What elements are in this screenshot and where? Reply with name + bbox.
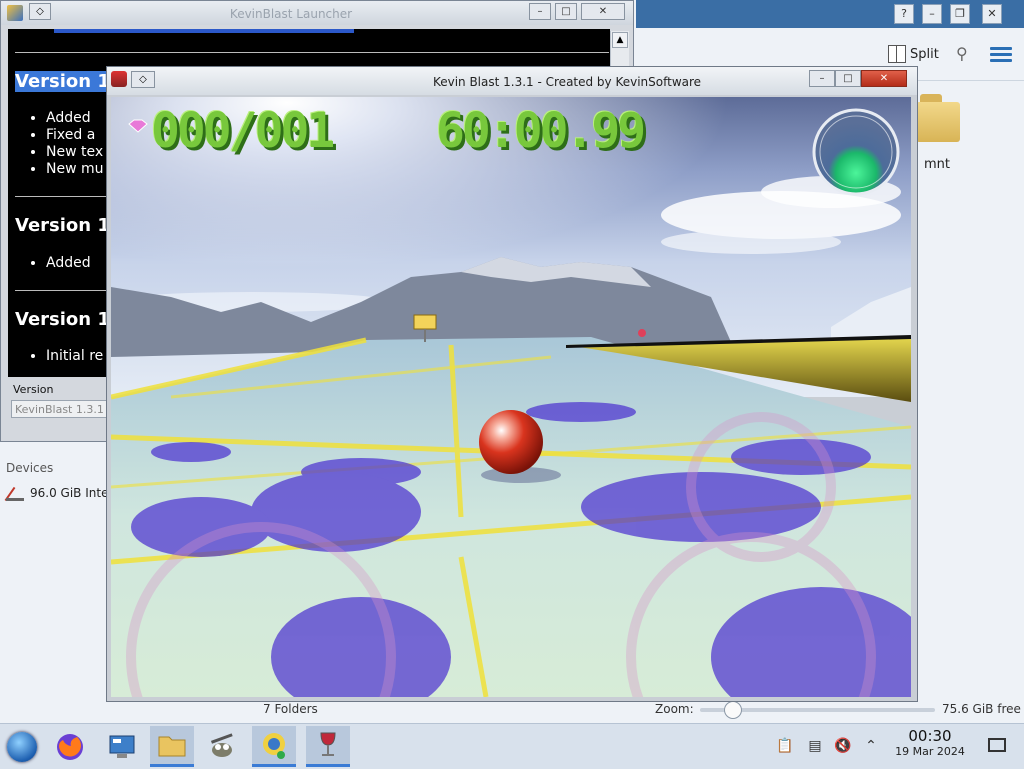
- game-viewport[interactable]: 000/001 60:00.99: [111, 97, 911, 697]
- taskbar-gimp[interactable]: [200, 726, 244, 767]
- taskbar-kevinblast[interactable]: [252, 726, 296, 767]
- launcher-minimize-button[interactable]: –: [529, 3, 551, 20]
- drive-icon: [6, 484, 24, 502]
- hamburger-menu-icon[interactable]: [990, 44, 1012, 64]
- distant-gem: [638, 329, 646, 337]
- list-item: Added: [46, 255, 91, 272]
- game-scene: [111, 97, 911, 697]
- launcher-close-button[interactable]: ✕: [581, 3, 625, 20]
- tray-expand-icon[interactable]: ⌃: [862, 738, 880, 756]
- gimp-icon: [210, 732, 233, 757]
- split-label: Split: [910, 46, 939, 62]
- volume-muted-icon[interactable]: 🔇: [834, 738, 852, 756]
- version-label: Version: [13, 383, 54, 396]
- game-maximize-button[interactable]: □: [835, 70, 861, 87]
- changelog-heading: Version 1: [15, 71, 110, 92]
- scroll-up-icon[interactable]: ▲: [612, 32, 628, 48]
- firefox-icon: [57, 733, 83, 760]
- clipboard-icon[interactable]: 📋: [776, 738, 794, 756]
- zoom-slider-handle[interactable]: [724, 701, 742, 719]
- clock-date: 19 Mar 2024: [895, 745, 965, 758]
- control-panel-icon: [109, 735, 135, 758]
- taskbar-wine[interactable]: [306, 726, 350, 767]
- split-icon: [888, 45, 906, 63]
- wine-glass-icon: [320, 732, 336, 756]
- game-titlebar[interactable]: ◇ Kevin Blast 1.3.1 - Created by KevinSo…: [107, 67, 917, 95]
- taskbar-firefox[interactable]: [48, 726, 92, 767]
- drive-item[interactable]: 96.0 GiB Inte: [6, 484, 108, 502]
- minimize-button[interactable]: –: [922, 4, 942, 24]
- list-item: Fixed a: [46, 127, 104, 144]
- gem-icon: [128, 119, 148, 133]
- file-manager-titlebar: ? – ❐ ✕: [636, 0, 1024, 28]
- goal-flag: [413, 314, 437, 330]
- taskbar-control-panel[interactable]: [100, 726, 144, 767]
- level-timer: 60:00.99: [436, 103, 646, 159]
- start-button[interactable]: [0, 726, 44, 767]
- drive-label: 96.0 GiB Inte: [30, 486, 109, 500]
- changelog-heading: Version 1: [15, 215, 110, 236]
- taskbar: 📋 ▤ 🔇 ⌃ 00:30 19 Mar 2024: [0, 723, 1024, 769]
- changelog-heading: Version 1: [15, 309, 110, 330]
- folder-icon[interactable]: [914, 92, 964, 146]
- window-menu-icon[interactable]: ◇: [131, 71, 155, 88]
- list-item: Initial re: [46, 348, 103, 365]
- windows-orb-icon: [7, 731, 37, 762]
- cloud: [661, 230, 841, 254]
- game-window: ◇ Kevin Blast 1.3.1 - Created by KevinSo…: [106, 66, 918, 702]
- player-ball: [479, 410, 543, 474]
- changelog-list: Added: [30, 255, 91, 272]
- zoom-label: Zoom:: [655, 702, 694, 716]
- launcher-title: KevinBlast Launcher: [229, 7, 353, 21]
- game-minimize-button[interactable]: –: [809, 70, 835, 87]
- close-button[interactable]: ✕: [982, 4, 1002, 24]
- radar-icon: [812, 108, 900, 196]
- search-icon[interactable]: ⚲: [956, 44, 976, 64]
- changelog-list: Initial re: [30, 348, 103, 365]
- split-button[interactable]: Split: [888, 44, 939, 64]
- clock[interactable]: 00:30 19 Mar 2024: [892, 727, 968, 758]
- show-desktop-icon[interactable]: [988, 738, 1006, 752]
- game-close-button[interactable]: ✕: [861, 70, 907, 87]
- version-select[interactable]: KevinBlast 1.3.1: [11, 400, 107, 418]
- maximize-button[interactable]: ❐: [950, 4, 970, 24]
- kevinblast-icon: [263, 733, 285, 759]
- changelog-list: Added Fixed a New tex New mu: [30, 110, 104, 178]
- folder-label[interactable]: mnt: [924, 157, 950, 172]
- game-app-icon: [111, 71, 127, 87]
- list-item: New tex: [46, 144, 104, 161]
- list-item: Added: [46, 110, 104, 127]
- gem-counter: 000/001: [151, 103, 335, 159]
- launcher-titlebar[interactable]: ◇ KevinBlast Launcher – □ ✕: [1, 1, 633, 25]
- notes-icon[interactable]: ▤: [806, 738, 824, 756]
- folder-icon: [158, 736, 186, 757]
- free-space: 75.6 GiB free: [942, 702, 1021, 716]
- devices-heading: Devices: [6, 461, 54, 475]
- folders-count: 7 Folders: [263, 702, 318, 716]
- list-item: New mu: [46, 161, 104, 178]
- taskbar-file-manager[interactable]: [150, 726, 194, 767]
- help-button[interactable]: ?: [894, 4, 914, 24]
- clock-time: 00:30: [908, 727, 952, 745]
- game-title: Kevin Blast 1.3.1 - Created by KevinSoft…: [432, 75, 702, 89]
- launcher-maximize-button[interactable]: □: [555, 3, 577, 20]
